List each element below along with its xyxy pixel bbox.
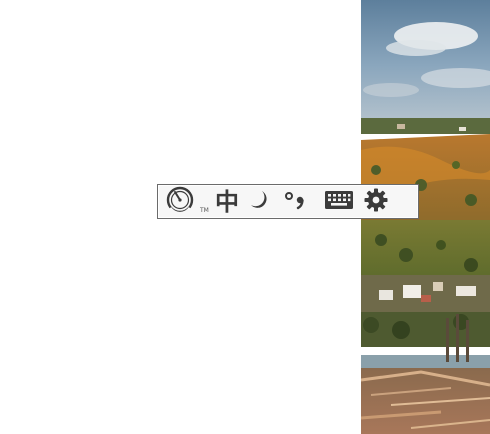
punctuation-mode-icon [283,189,309,215]
speedometer-logo-icon [164,186,198,218]
chinese-mode-button[interactable]: 中 [212,187,242,216]
gear-icon [363,187,389,217]
ime-toolbar[interactable]: TM 中 [157,184,419,219]
trademark-label: TM [200,207,209,214]
half-width-moon-icon [248,189,270,215]
desktop: TM 中 [0,0,490,434]
ime-logo-button[interactable]: TM [164,186,212,218]
soft-keyboard-button[interactable] [316,187,362,216]
width-mode-button[interactable] [242,187,276,216]
chinese-mode-icon: 中 [215,187,239,216]
punctuation-mode-button[interactable] [276,187,316,216]
settings-button[interactable] [362,187,390,216]
soft-keyboard-icon [324,189,354,215]
